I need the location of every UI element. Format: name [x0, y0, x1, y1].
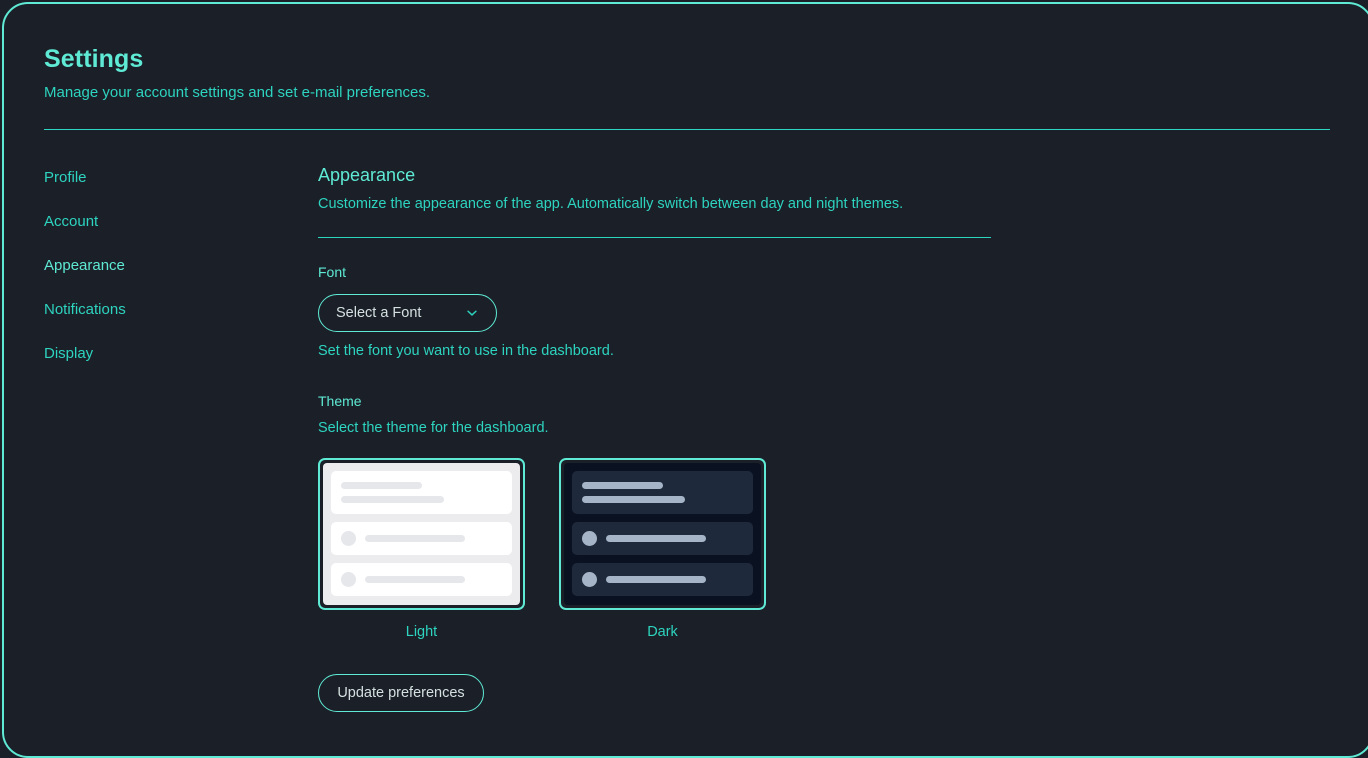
font-select-value: Select a Font [336, 305, 422, 322]
preview-card-row [331, 522, 512, 555]
theme-field-group: Theme Select the theme for the dashboard… [318, 392, 1332, 641]
page-header: Settings Manage your account settings an… [44, 42, 1332, 131]
update-preferences-button[interactable]: Update preferences [318, 674, 484, 713]
chevron-down-icon [465, 306, 479, 320]
appearance-panel: Appearance Customize the appearance of t… [318, 164, 1332, 713]
theme-preview-light [323, 463, 520, 605]
preview-card-row [331, 563, 512, 596]
app-window: Settings Manage your account settings an… [2, 2, 1368, 758]
preview-card-row [572, 563, 753, 596]
theme-option-light-caption: Light [405, 624, 438, 640]
sidebar-item-notifications[interactable]: Notifications [44, 300, 126, 319]
preview-bar [365, 576, 465, 583]
form-actions: Update preferences [318, 674, 1332, 713]
preview-card-header [331, 471, 512, 514]
section-divider [318, 237, 991, 239]
theme-field-label: Theme [318, 393, 362, 410]
sidebar-item-profile[interactable]: Profile [44, 168, 87, 187]
font-field-help: Set the font you want to use in the dash… [318, 343, 614, 360]
page-title: Settings [44, 45, 144, 73]
sidebar-item-display[interactable]: Display [44, 344, 93, 363]
section-title: Appearance [318, 165, 416, 186]
sidebar-item-appearance[interactable]: Appearance [44, 256, 125, 275]
preview-bar [365, 535, 465, 542]
sidebar-item-account[interactable]: Account [44, 212, 98, 231]
theme-option-light-ring [318, 458, 525, 610]
preview-bar [582, 482, 663, 489]
font-select[interactable]: Select a Font [318, 294, 497, 333]
preview-card-header [572, 471, 753, 514]
settings-body: Profile Account Appearance Notifications… [44, 164, 1332, 713]
preview-avatar-dot [341, 572, 356, 587]
settings-sidebar: Profile Account Appearance Notifications… [44, 164, 318, 712]
preview-avatar-dot [341, 531, 356, 546]
preview-avatar-dot [582, 572, 597, 587]
preview-bar [582, 496, 686, 503]
theme-option-dark-ring [559, 458, 766, 610]
preview-bar [341, 482, 422, 489]
preview-avatar-dot [582, 531, 597, 546]
preview-card-row [572, 522, 753, 555]
font-field-group: Font Select a Font Set the font you want… [318, 263, 1332, 361]
window-content: Settings Manage your account settings an… [4, 4, 1368, 756]
preview-bar [606, 576, 706, 583]
font-field-label: Font [318, 264, 347, 281]
theme-option-dark-caption: Dark [647, 624, 678, 640]
page-subtitle: Manage your account settings and set e-m… [44, 84, 431, 101]
theme-option-dark[interactable]: Dark [559, 458, 766, 641]
header-divider [44, 129, 1330, 131]
preview-bar [341, 496, 445, 503]
theme-option-list: Light Dark [318, 458, 1332, 641]
theme-option-light[interactable]: Light [318, 458, 525, 641]
preview-bar [606, 535, 706, 542]
theme-field-help: Select the theme for the dashboard. [318, 420, 549, 437]
section-description: Customize the appearance of the app. Aut… [318, 195, 904, 212]
theme-preview-dark [564, 463, 761, 605]
